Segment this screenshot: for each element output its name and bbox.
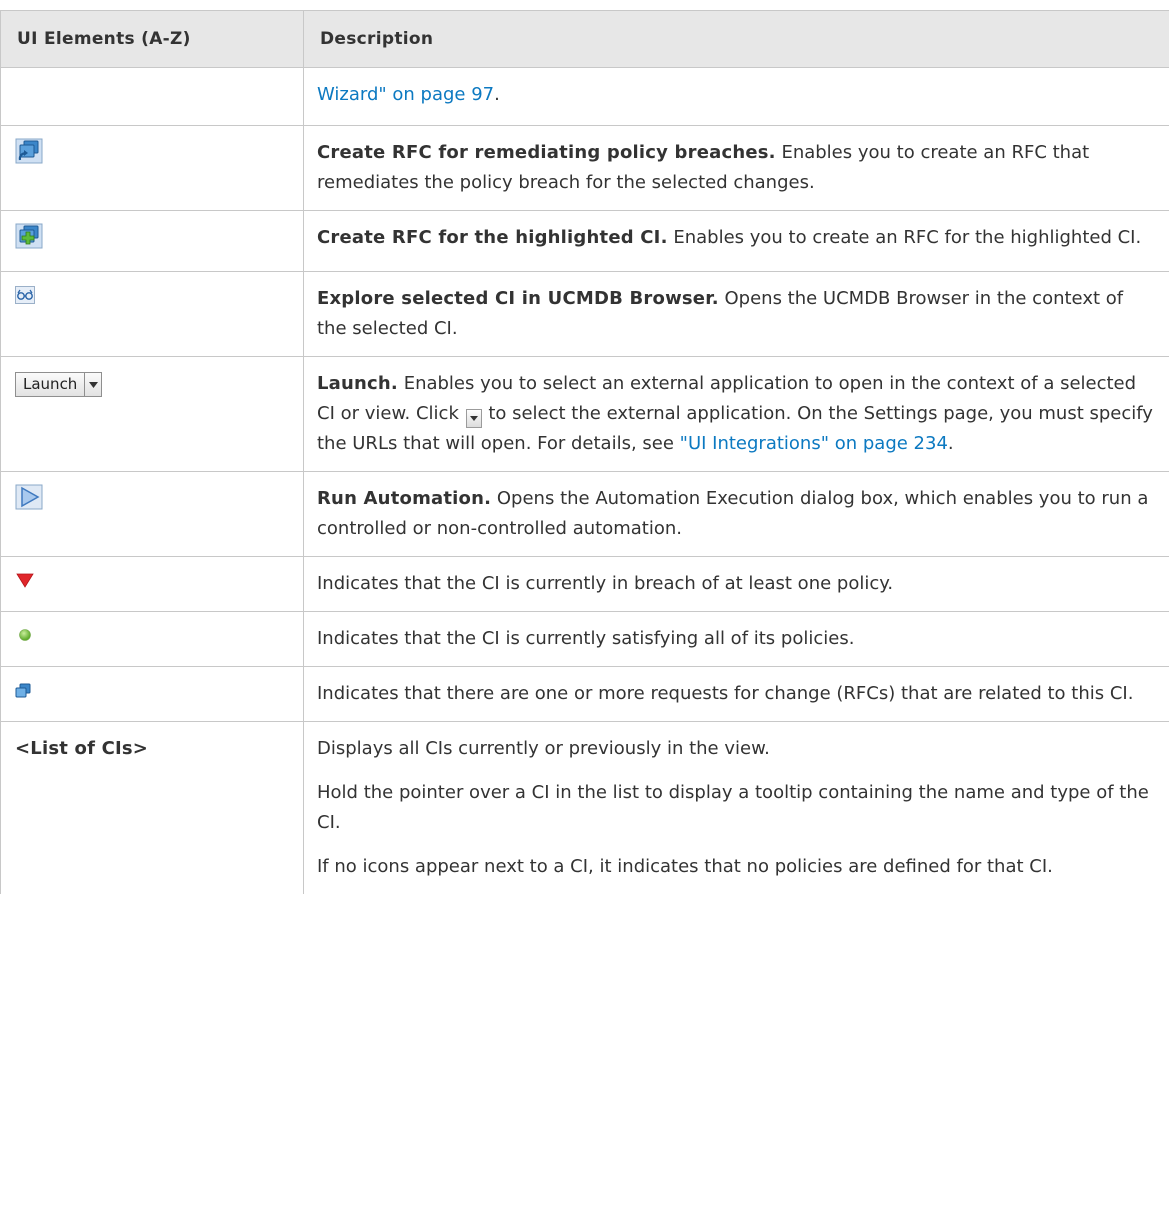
description-cell: Run Automation. Opens the Automation Exe…: [303, 471, 1169, 557]
element-cell: [0, 556, 304, 612]
list-of-cis-paragraph-2: Hold the pointer over a CI in the list t…: [317, 782, 1149, 833]
run-automation-icon: [15, 484, 43, 520]
table-row: Wizard" on page 97.: [0, 67, 1169, 126]
ui-integrations-link[interactable]: "UI Integrations" on page 234: [680, 433, 948, 454]
create-rfc-highlighted-title: Create RFC for the highlighted CI.: [317, 227, 668, 248]
element-cell: [0, 666, 304, 722]
table-row: Run Automation. Opens the Automation Exe…: [0, 471, 1169, 557]
dropdown-arrow-icon: [465, 409, 482, 428]
table-row: Create RFC for remediating policy breach…: [0, 125, 1169, 211]
description-cell: Indicates that there are one or more req…: [303, 666, 1169, 722]
breach-triangle-icon: [15, 569, 35, 599]
table-row: Create RFC for the highlighted CI. Enabl…: [0, 210, 1169, 272]
description-cell: Wizard" on page 97.: [303, 67, 1169, 126]
table-row: Indicates that there are one or more req…: [0, 666, 1169, 722]
table-row: Launch Launch. Enables you to select an …: [0, 356, 1169, 472]
element-cell: [0, 67, 304, 126]
table-row: Indicates that the CI is currently in br…: [0, 556, 1169, 612]
header-ui-elements: UI Elements (A-Z): [0, 10, 304, 68]
description-cell: Explore selected CI in UCMDB Browser. Op…: [303, 271, 1169, 357]
description-cell: Launch. Enables you to select an externa…: [303, 356, 1169, 472]
element-cell: Launch: [0, 356, 304, 472]
launch-button[interactable]: Launch: [15, 372, 103, 397]
element-cell: [0, 611, 304, 667]
dropdown-arrow-icon[interactable]: [85, 373, 101, 396]
description-cell: Indicates that the CI is currently in br…: [303, 556, 1169, 612]
element-cell: <List of CIs>: [0, 721, 304, 894]
list-of-cis-paragraph-3: If no icons appear next to a CI, it indi…: [317, 856, 1053, 877]
list-of-cis-label: <List of CIs>: [15, 738, 149, 759]
header-description: Description: [303, 10, 1169, 68]
punctuation: .: [494, 84, 500, 105]
explore-glasses-icon: [15, 284, 35, 314]
punctuation: .: [947, 433, 954, 454]
element-cell: [0, 471, 304, 557]
description-cell: Displays all CIs currently or previously…: [303, 721, 1169, 894]
satisfied-circle-icon: [15, 624, 35, 654]
list-of-cis-paragraph-1: Displays all CIs currently or previously…: [317, 738, 770, 759]
wizard-link[interactable]: Wizard" on page 97: [317, 84, 494, 105]
create-rfc-highlighted-text: Enables you to create an RFC for the hig…: [667, 227, 1142, 248]
ui-elements-table: UI Elements (A-Z) Description Wizard" on…: [0, 10, 1169, 894]
launch-button-label: Launch: [16, 373, 86, 396]
rfc-create-plus-icon: [15, 223, 43, 259]
description-cell: Create RFC for remediating policy breach…: [303, 125, 1169, 211]
description-cell: Indicates that the CI is currently satis…: [303, 611, 1169, 667]
table-row: <List of CIs> Displays all CIs currently…: [0, 721, 1169, 894]
rfc-remediate-icon: [15, 138, 43, 174]
table-row: Explore selected CI in UCMDB Browser. Op…: [0, 271, 1169, 357]
run-automation-title: Run Automation.: [317, 488, 492, 509]
description-cell: Create RFC for the highlighted CI. Enabl…: [303, 210, 1169, 272]
launch-title: Launch.: [317, 373, 398, 394]
element-cell: [0, 125, 304, 211]
element-cell: [0, 271, 304, 357]
explore-ci-title: Explore selected CI in UCMDB Browser.: [317, 288, 719, 309]
element-cell: [0, 210, 304, 272]
table-header-row: UI Elements (A-Z) Description: [0, 10, 1169, 68]
table-row: Indicates that the CI is currently satis…: [0, 611, 1169, 667]
rfc-related-icon: [15, 679, 31, 709]
create-rfc-remediate-title: Create RFC for remediating policy breach…: [317, 142, 776, 163]
